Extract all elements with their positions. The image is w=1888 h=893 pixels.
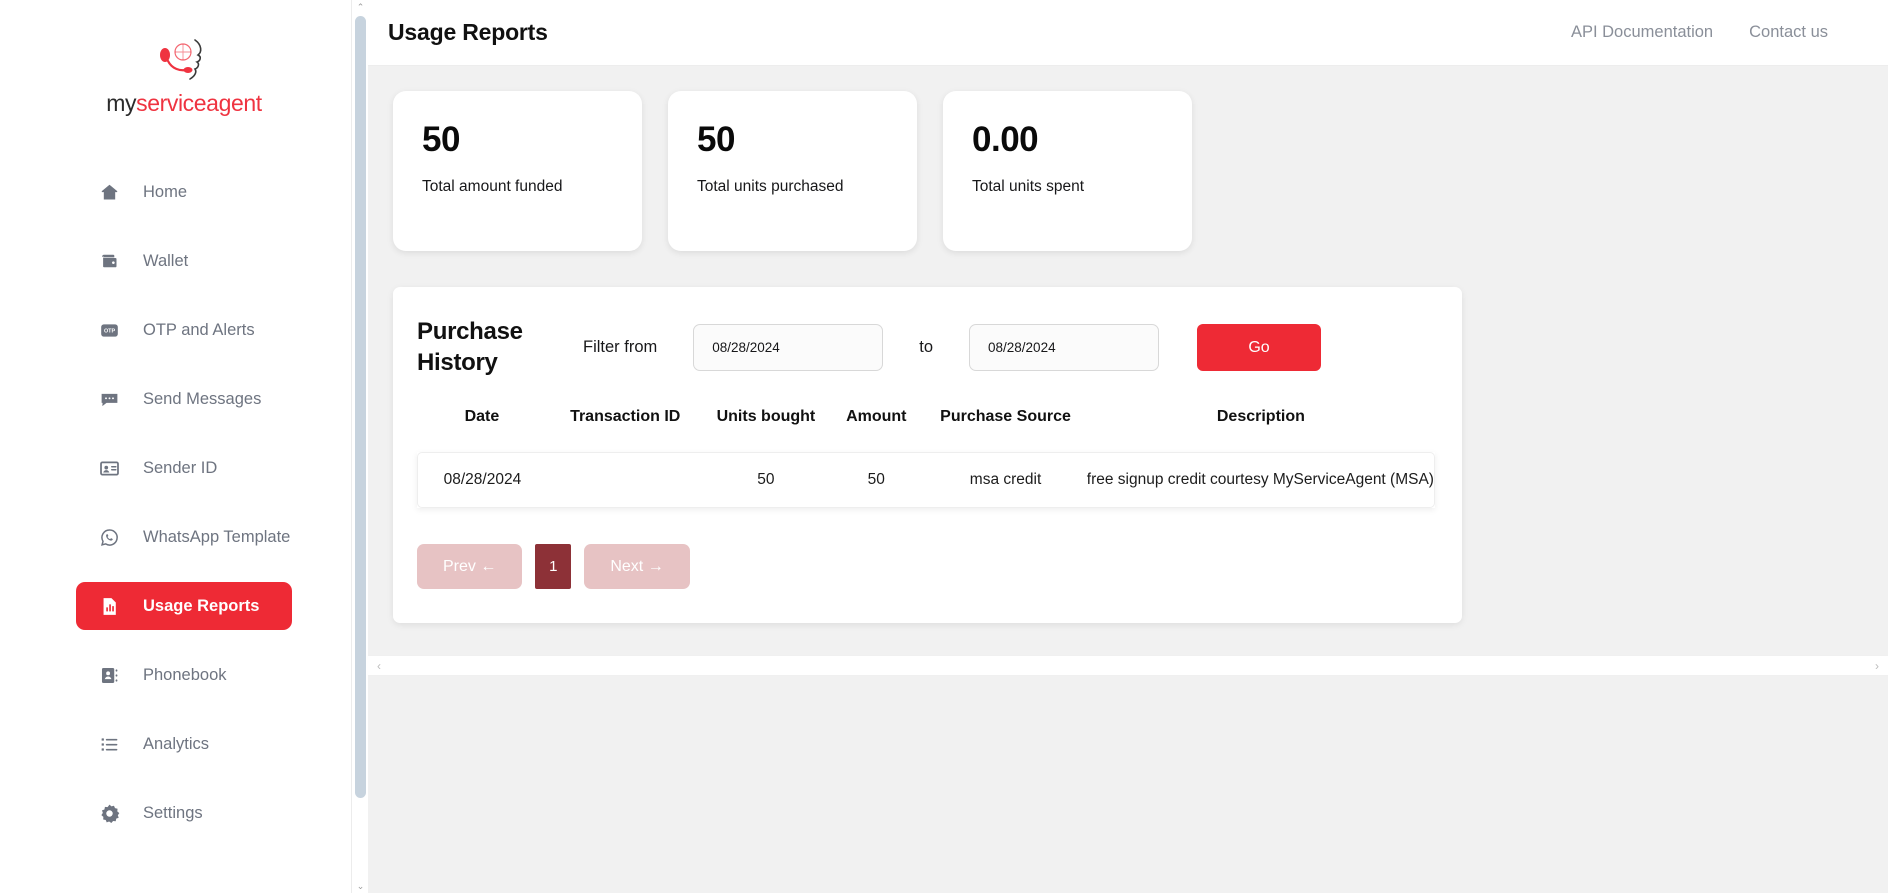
stat-value: 50 bbox=[422, 120, 460, 159]
filter-to-label: to bbox=[919, 338, 934, 357]
report-chart-icon bbox=[98, 595, 120, 617]
sidebar-item-label: Home bbox=[143, 182, 188, 201]
stat-label: Total units purchased bbox=[697, 178, 844, 195]
contact-book-icon bbox=[98, 664, 120, 686]
otp-icon: OTP bbox=[98, 319, 120, 341]
whatsapp-icon bbox=[98, 526, 120, 548]
sidebar-item-label: OTP and Alerts bbox=[143, 320, 255, 339]
main-area: Usage Reports API Documentation Contact … bbox=[368, 0, 1888, 893]
cell-purchase-source: msa credit bbox=[924, 452, 1087, 509]
horizontal-scrollbar[interactable]: ‹ › bbox=[368, 655, 1888, 676]
table-header-row: Date Transaction ID Units bought Amount Purc… bbox=[417, 408, 1435, 452]
sidebar-item-label: Analytics bbox=[143, 734, 210, 753]
scroll-up-arrow-icon[interactable]: ⌃ bbox=[352, 0, 369, 14]
purchase-history-table: Date Transaction ID Units bought Amount Purc… bbox=[417, 408, 1435, 509]
brand-logo[interactable]: myserviceagent bbox=[84, 36, 284, 122]
sidebar-item-settings[interactable]: Settings bbox=[76, 789, 292, 837]
scroll-left-arrow-icon[interactable]: ‹ bbox=[368, 659, 390, 673]
sidebar-item-label: Sender ID bbox=[143, 458, 218, 477]
cell-units-bought: 50 bbox=[703, 452, 829, 509]
column-header: Units bought bbox=[716, 408, 816, 426]
sidebar-item-usage-reports[interactable]: Usage Reports bbox=[76, 582, 292, 630]
sidebar: myserviceagent Home Wallet OTP OTP and Aler… bbox=[0, 0, 368, 893]
stat-card: 0.00 Total units spent bbox=[943, 91, 1192, 251]
link-contact-us[interactable]: Contact us bbox=[1749, 23, 1828, 42]
table-row: 08/28/2024 50 50 msa credit free signup cred… bbox=[417, 452, 1435, 509]
cell-amount: 50 bbox=[828, 452, 925, 509]
filter-from-label: Filter from bbox=[583, 338, 658, 357]
column-header: Date bbox=[464, 408, 500, 426]
brand-name: myserviceagent bbox=[106, 90, 262, 117]
pagination: Prev ← 1 Next → bbox=[417, 544, 1438, 590]
sidebar-item-phonebook[interactable]: Phonebook bbox=[76, 651, 292, 699]
sidebar-item-label: Send Messages bbox=[143, 389, 262, 408]
sidebar-item-wallet[interactable]: Wallet bbox=[76, 237, 292, 285]
chat-icon bbox=[98, 388, 120, 410]
wallet-icon bbox=[98, 250, 120, 272]
sidebar-vertical-scrollbar[interactable]: ⌃ ⌄ bbox=[351, 0, 368, 893]
home-icon bbox=[98, 181, 120, 203]
sidebar-item-label: Usage Reports bbox=[143, 596, 260, 615]
top-links: API Documentation Contact us bbox=[1571, 23, 1828, 42]
purchase-history-panel: Purchase History Filter from to Go Date T… bbox=[393, 287, 1462, 624]
sidebar-item-home[interactable]: Home bbox=[76, 168, 292, 216]
sidebar-item-otp-and-alerts[interactable]: OTP OTP and Alerts bbox=[76, 306, 292, 354]
sidebar-item-sender-id[interactable]: Sender ID bbox=[76, 444, 292, 492]
content: 50 Total amount funded 50 Total units purch… bbox=[368, 66, 1888, 893]
scroll-down-arrow-icon[interactable]: ⌄ bbox=[352, 879, 369, 893]
stat-label: Total units spent bbox=[972, 178, 1085, 195]
go-button[interactable]: Go bbox=[1197, 324, 1322, 372]
svg-text:OTP: OTP bbox=[103, 328, 115, 334]
brand-name-part2: serviceagent bbox=[136, 90, 262, 116]
vertical-scrollbar-thumb[interactable] bbox=[355, 16, 366, 798]
sidebar-item-analytics[interactable]: Analytics bbox=[76, 720, 292, 768]
cell-transaction-id bbox=[546, 452, 704, 509]
column-header: Amount bbox=[846, 408, 907, 426]
sidebar-nav: Home Wallet OTP OTP and Alerts Send Messages… bbox=[0, 168, 368, 858]
pagination-next-button[interactable]: Next → bbox=[584, 544, 690, 590]
column-header: Transaction ID bbox=[570, 408, 681, 426]
stat-card: 50 Total units purchased bbox=[668, 91, 917, 251]
pagination-prev-button[interactable]: Prev ← bbox=[417, 544, 523, 590]
id-card-icon bbox=[98, 457, 120, 479]
sidebar-item-label: Phonebook bbox=[143, 665, 227, 684]
sidebar-item-send-messages[interactable]: Send Messages bbox=[76, 375, 292, 423]
topbar: Usage Reports API Documentation Contact … bbox=[368, 0, 1888, 66]
sidebar-item-label: Settings bbox=[143, 803, 203, 822]
table-body: 08/28/2024 50 50 msa credit free signup cred… bbox=[417, 452, 1435, 509]
cell-date: 08/28/2024 bbox=[417, 452, 547, 509]
scroll-right-arrow-icon[interactable]: › bbox=[1866, 659, 1888, 673]
link-api-documentation[interactable]: API Documentation bbox=[1571, 23, 1713, 42]
stat-value: 0.00 bbox=[972, 120, 1039, 159]
cell-description: free signup credit courtesy MyServiceAge… bbox=[1086, 452, 1435, 509]
date-from-input[interactable] bbox=[693, 324, 884, 372]
stat-card: 50 Total amount funded bbox=[393, 91, 642, 251]
list-icon bbox=[98, 733, 120, 755]
pagination-page-1-button[interactable]: 1 bbox=[535, 544, 572, 590]
purchase-history-header: Purchase History Filter from to Go bbox=[417, 317, 1438, 378]
headset-face-logo-icon bbox=[160, 39, 202, 80]
stat-value: 50 bbox=[697, 120, 735, 159]
purchase-history-title: Purchase History bbox=[417, 318, 523, 376]
brand-name-part1: my bbox=[106, 90, 137, 116]
gear-icon bbox=[98, 802, 120, 824]
sidebar-item-whatsapp-template[interactable]: WhatsApp Template bbox=[76, 513, 292, 561]
column-header: Description bbox=[1216, 408, 1305, 426]
column-header: Purchase Source bbox=[940, 408, 1071, 426]
app-root: myserviceagent Home Wallet OTP OTP and Aler… bbox=[0, 0, 1888, 893]
stat-label: Total amount funded bbox=[422, 178, 563, 195]
sidebar-item-label: Wallet bbox=[143, 251, 189, 270]
stat-cards: 50 Total amount funded 50 Total units purch… bbox=[393, 91, 1888, 251]
date-to-input[interactable] bbox=[969, 324, 1160, 372]
sidebar-item-label: WhatsApp Template bbox=[143, 527, 291, 546]
page-title: Usage Reports bbox=[388, 19, 548, 45]
